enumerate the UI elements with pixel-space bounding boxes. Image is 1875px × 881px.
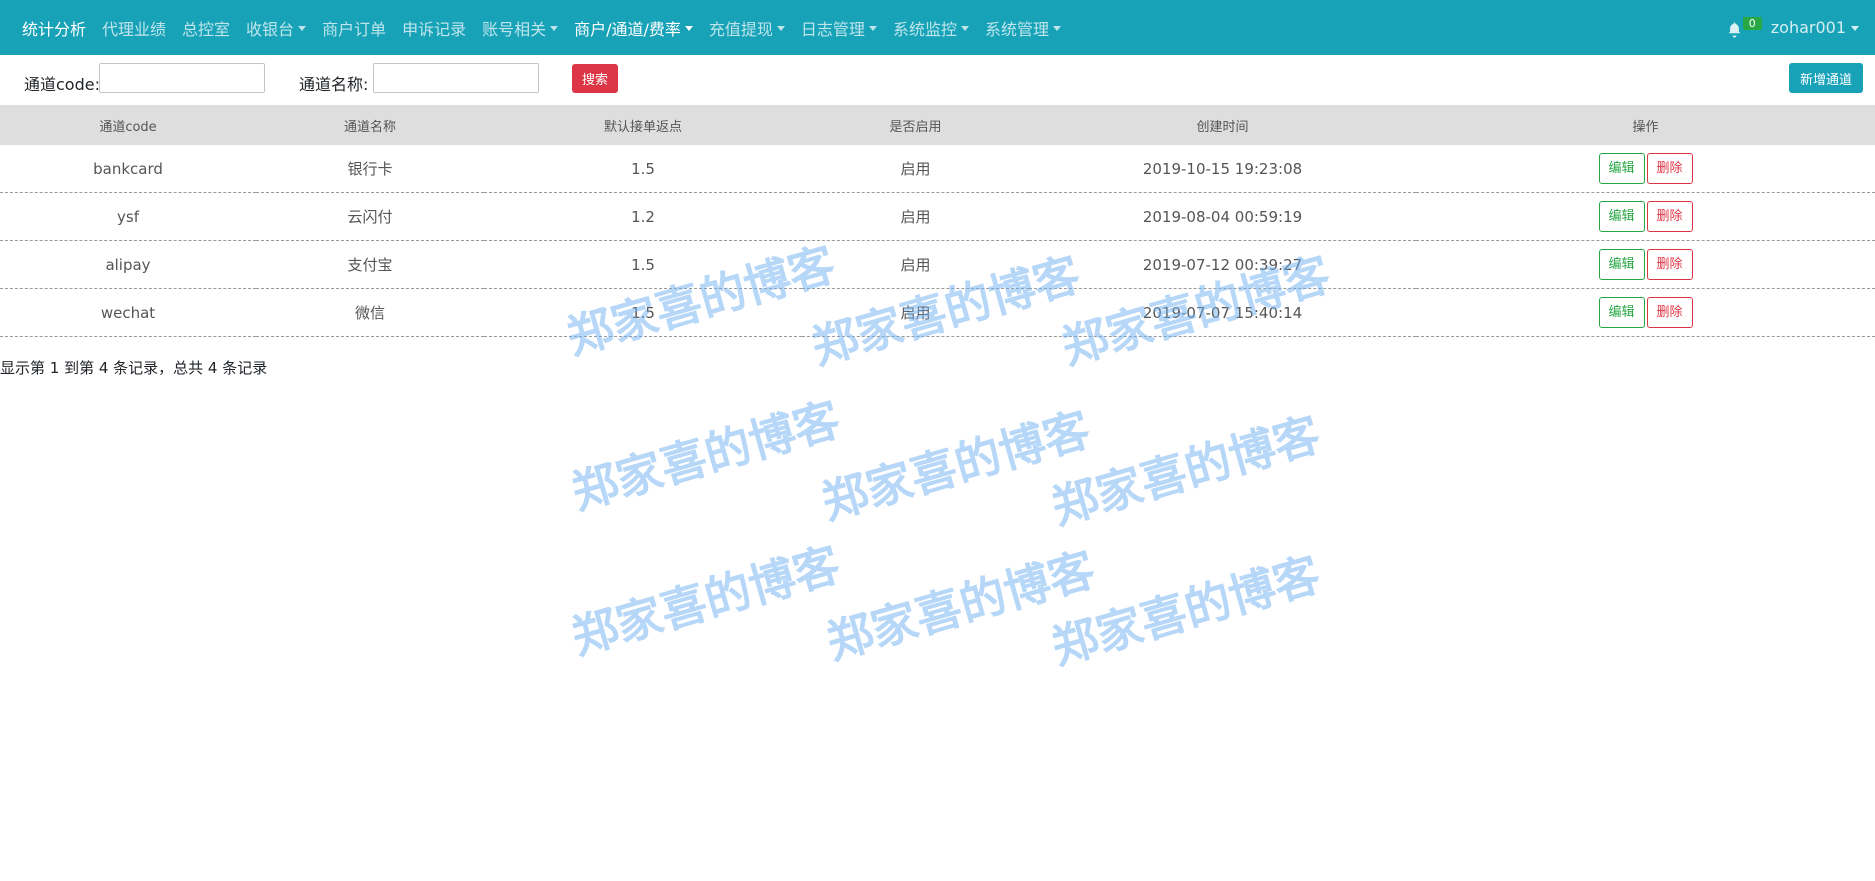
cell-created: 2019-10-15 19:23:08 [1029,145,1416,193]
chevron-down-icon [550,26,559,31]
chevron-down-icon [960,26,969,31]
channel-table: 通道code 通道名称 默认接单返点 是否启用 创建时间 操作 bankcard… [0,105,1875,337]
chevron-down-icon [298,26,307,31]
watermark-text: 郑家喜的博客 [820,541,1101,670]
channel-name-label: 通道名称: [299,75,369,94]
delete-button[interactable]: 删除 [1646,297,1693,328]
cell-actions: 编辑 删除 [1416,145,1875,193]
table-row: wechat 微信 1.5 启用 2019-07-07 15:40:14 编辑删… [0,288,1875,337]
nav-menu: 统计分析 代理业绩 总控室 收银台 商户订单 申诉记录 账号相关 商户/通道/费… [14,0,1069,55]
search-button[interactable]: 搜索 [572,64,618,93]
watermark-text: 郑家喜的博客 [1045,546,1326,675]
cell-name: 微信 [256,288,484,337]
column-header-name[interactable]: 通道名称 [256,105,484,145]
nav-item-merchant-channel-rate[interactable]: 商户/通道/费率 [566,16,701,40]
cell-rebate: 1.2 [484,192,802,241]
cell-enabled: 启用 [802,145,1029,193]
column-header-code[interactable]: 通道code [0,105,256,145]
edit-button[interactable]: 编辑 [1598,297,1645,328]
chevron-down-icon [1052,26,1061,31]
cell-enabled: 启用 [802,288,1029,337]
channel-name-input[interactable] [373,63,539,93]
cell-created: 2019-07-07 15:40:14 [1029,288,1416,337]
column-header-rebate[interactable]: 默认接单返点 [484,105,802,145]
nav-item-accounts[interactable]: 账号相关 [474,16,566,40]
pagination-info: 显示第 1 到第 4 条记录，总共 4 条记录 [0,359,268,377]
bell-icon [1728,22,1740,37]
table-header-row: 通道code 通道名称 默认接单返点 是否启用 创建时间 操作 [0,105,1875,145]
delete-button[interactable]: 删除 [1646,249,1693,280]
nav-item-appeal-records[interactable]: 申诉记录 [394,16,474,40]
cell-actions: 编辑 删除 [1416,288,1875,337]
cell-rebate: 1.5 [484,240,802,289]
cell-enabled: 启用 [802,240,1029,289]
cell-enabled: 启用 [802,192,1029,241]
cell-code: alipay [0,240,256,289]
delete-button[interactable]: 删除 [1646,153,1693,184]
cell-code: bankcard [0,145,256,193]
watermark-text: 郑家喜的博客 [1045,406,1326,535]
channel-code-label: 通道code: [24,75,100,94]
chevron-down-icon [868,26,877,31]
search-toolbar: 通道code: 通道名称: 搜索 新增通道 [0,55,1875,105]
cell-name: 银行卡 [256,145,484,193]
cell-created: 2019-07-12 00:39:27 [1029,240,1416,289]
cell-rebate: 1.5 [484,145,802,193]
cell-rebate: 1.5 [484,288,802,337]
nav-item-statistics[interactable]: 统计分析 [14,16,94,40]
nav-item-agent-performance[interactable]: 代理业绩 [94,16,174,40]
navbar-right: 0 zohar001 [1723,13,1859,43]
top-navbar: 统计分析 代理业绩 总控室 收银台 商户订单 申诉记录 账号相关 商户/通道/费… [0,0,1875,55]
table-row: bankcard 银行卡 1.5 启用 2019-10-15 19:23:08 … [0,145,1875,193]
chevron-down-icon [1851,26,1859,31]
watermark-text: 郑家喜的博客 [565,391,846,520]
nav-item-recharge-withdraw[interactable]: 充值提现 [701,16,793,40]
column-header-created[interactable]: 创建时间 [1029,105,1416,145]
nav-item-merchant-orders[interactable]: 商户订单 [314,16,394,40]
nav-item-cashier[interactable]: 收银台 [238,16,314,40]
edit-button[interactable]: 编辑 [1598,153,1645,184]
nav-item-control-room[interactable]: 总控室 [174,16,238,40]
cell-name: 支付宝 [256,240,484,289]
table-row: ysf 云闪付 1.2 启用 2019-08-04 00:59:19 编辑 删除 [0,192,1875,241]
nav-item-log-management[interactable]: 日志管理 [793,16,885,40]
user-menu[interactable]: zohar001 [1771,18,1859,37]
chevron-down-icon [776,26,785,31]
delete-button[interactable]: 删除 [1646,201,1693,232]
nav-item-system-management[interactable]: 系统管理 [977,16,1069,40]
cell-actions: 编辑 删除 [1416,240,1875,289]
column-header-enabled[interactable]: 是否启用 [802,105,1029,145]
add-channel-button[interactable]: 新增通道 [1789,63,1863,93]
username: zohar001 [1770,18,1846,37]
notifications-button[interactable]: 0 [1723,13,1763,43]
edit-button[interactable]: 编辑 [1598,249,1645,280]
cell-name: 云闪付 [256,192,484,241]
watermark-text: 郑家喜的博客 [815,401,1096,530]
chevron-down-icon [684,26,693,31]
table-row: alipay 支付宝 1.5 启用 2019-07-12 00:39:27 编辑… [0,240,1875,289]
cell-created: 2019-08-04 00:59:19 [1029,192,1416,241]
cell-code: wechat [0,288,256,337]
cell-actions: 编辑 删除 [1416,192,1875,241]
edit-button[interactable]: 编辑 [1598,201,1645,232]
watermark-text: 郑家喜的博客 [565,536,846,665]
nav-item-system-monitor[interactable]: 系统监控 [885,16,977,40]
column-header-actions: 操作 [1416,105,1875,145]
notification-count-badge: 0 [1742,16,1762,30]
channel-code-input[interactable] [99,63,265,93]
cell-code: ysf [0,192,256,241]
